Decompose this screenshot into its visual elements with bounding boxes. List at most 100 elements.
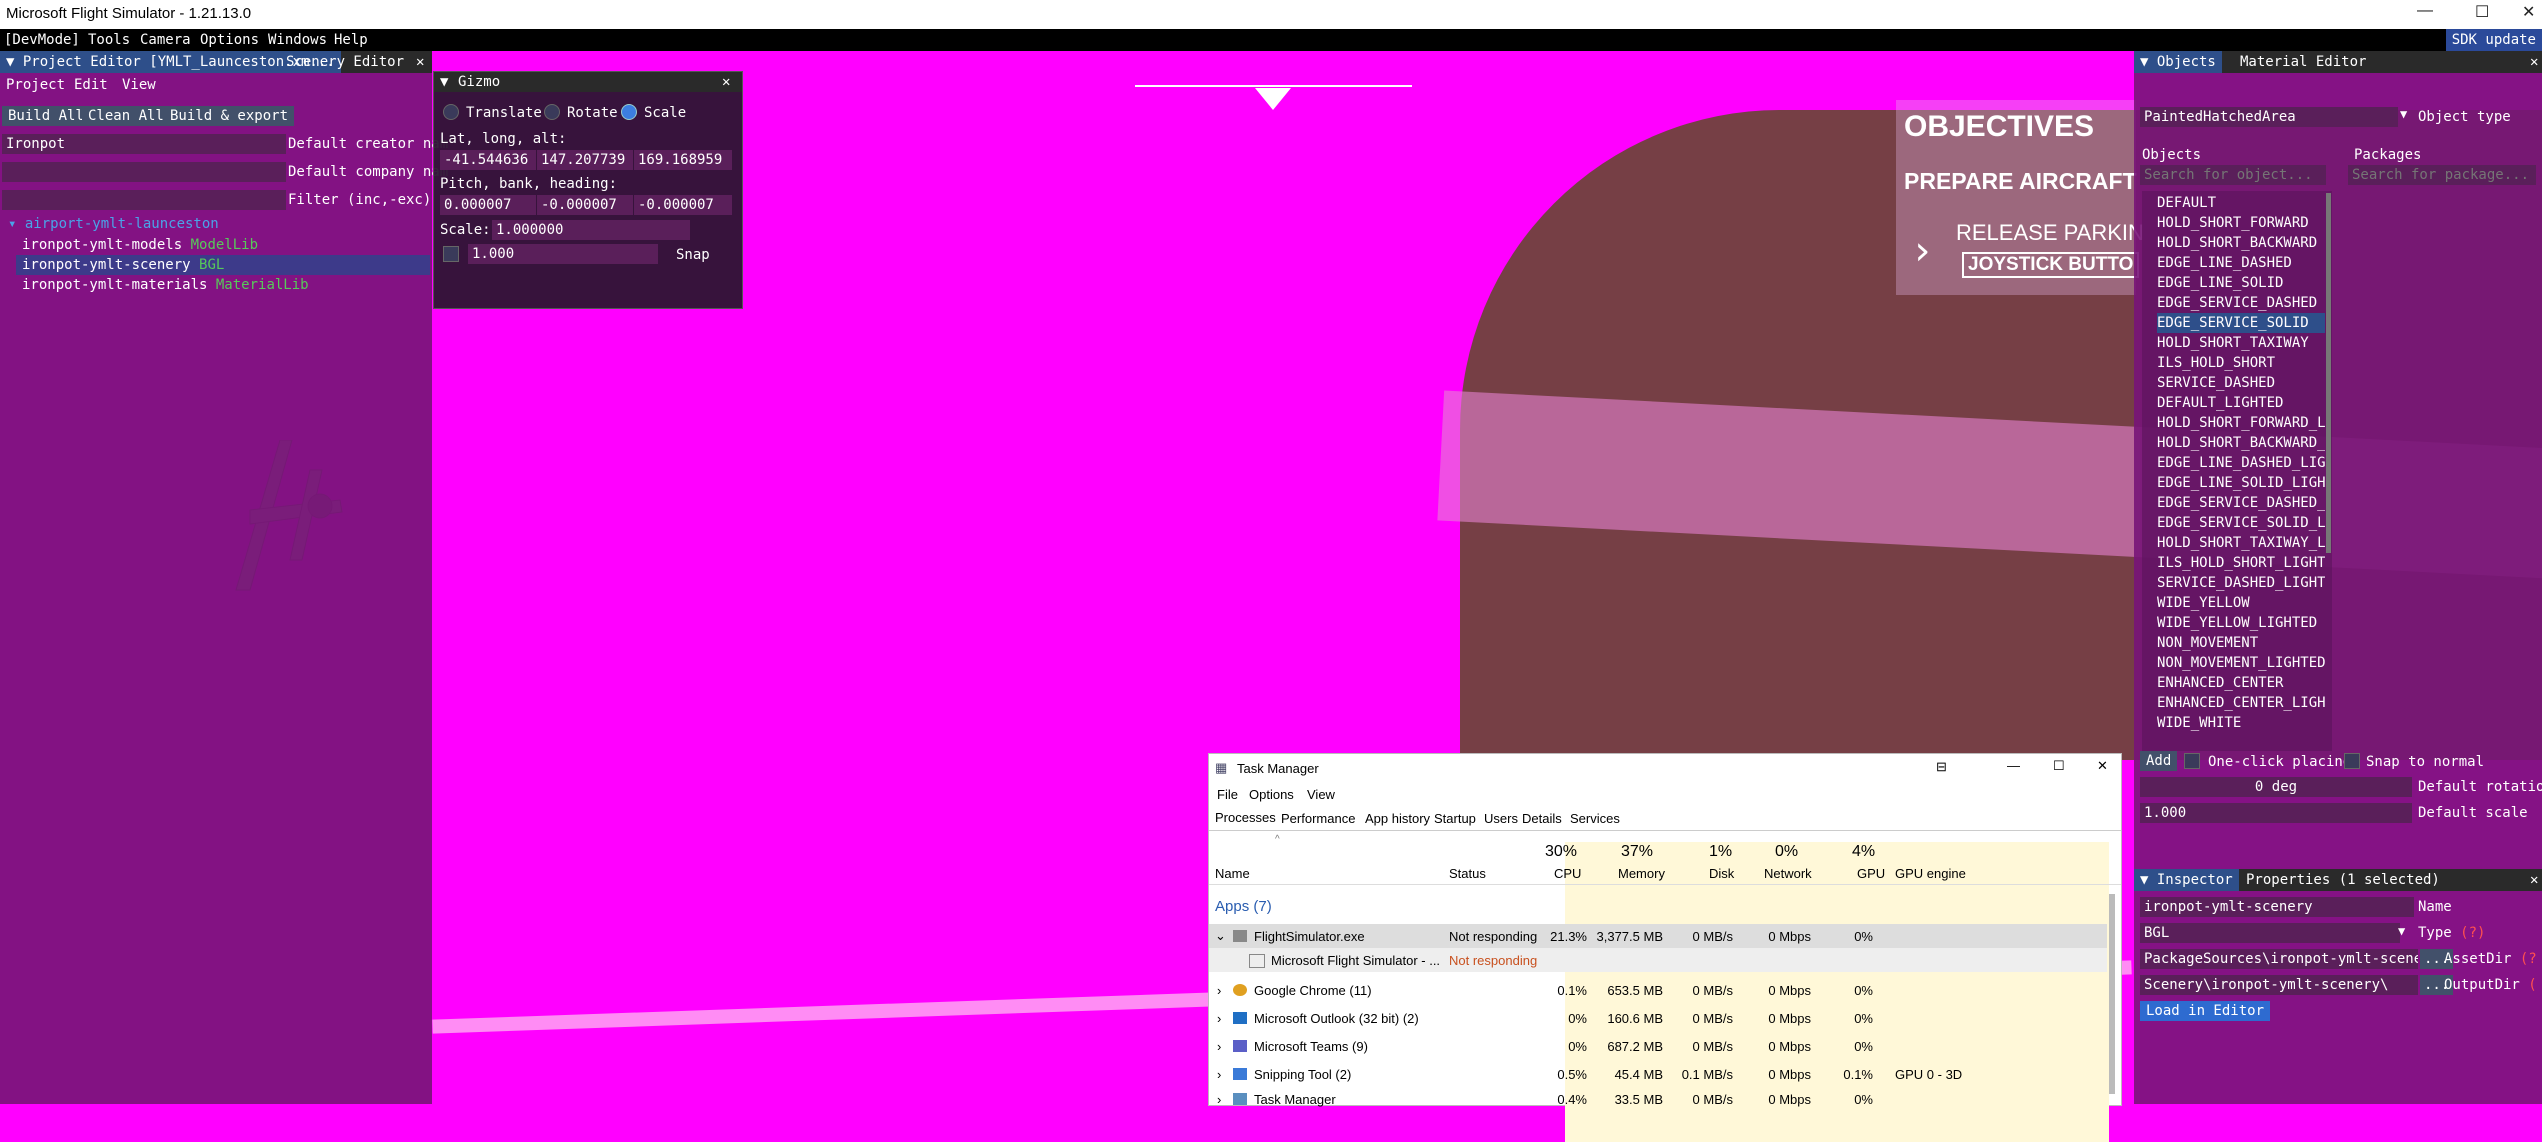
snap-field[interactable]: 1.000 <box>468 244 658 264</box>
object-type-select[interactable]: PaintedHatchedArea <box>2140 107 2398 127</box>
list-item[interactable]: ILS_HOLD_SHORT <box>2157 353 2325 373</box>
snap-checkbox[interactable] <box>443 246 459 262</box>
list-item[interactable]: HOLD_SHORT_FORWARD <box>2157 213 2325 233</box>
chevron-down-icon[interactable]: ▼ <box>2400 107 2407 121</box>
col-memory[interactable]: Memory <box>1618 866 1665 881</box>
list-item[interactable]: ENHANCED_CENTER <box>2157 673 2325 693</box>
tree-item-scenery[interactable]: ironpot-ymlt-scenery BGL <box>16 255 430 275</box>
heading-field[interactable]: -0.000007 <box>634 195 732 215</box>
chevron-right-icon[interactable]: › <box>1217 1092 1221 1107</box>
objects-scrollbar[interactable] <box>2326 193 2331 553</box>
chevron-right-icon[interactable]: › <box>1217 1011 1221 1026</box>
tm-maximize-button[interactable]: ☐ <box>2053 758 2065 774</box>
list-item[interactable]: EDGE_SERVICE_SOLID_LIGH <box>2157 513 2325 533</box>
close-icon[interactable]: ✕ <box>410 51 430 73</box>
tab-scenery-editor[interactable]: Scenery Editor <box>280 51 410 73</box>
minimize-button[interactable]: — <box>2417 2 2433 20</box>
col-status[interactable]: Status <box>1449 866 1486 881</box>
tab-performance[interactable]: Performance <box>1281 811 1355 826</box>
chevron-right-icon[interactable]: › <box>1217 1067 1221 1082</box>
longitude-field[interactable]: 147.207739 <box>537 150 633 170</box>
menu-tools[interactable]: Tools <box>88 32 130 48</box>
maximize-button[interactable]: ☐ <box>2475 2 2489 22</box>
tab-objects[interactable]: ▼ Objects <box>2134 51 2222 73</box>
list-item[interactable]: ILS_HOLD_SHORT_LIGHTED <box>2157 553 2325 573</box>
one-click-checkbox[interactable] <box>2184 753 2200 769</box>
sort-up-icon[interactable]: ^ <box>1275 834 1280 845</box>
list-item[interactable]: EDGE_SERVICE_DASHED_LIG <box>2157 493 2325 513</box>
build-all-button[interactable]: Build All <box>2 106 90 126</box>
search-objects-input[interactable] <box>2140 165 2326 185</box>
load-in-editor-button[interactable]: Load in Editor <box>2140 1001 2271 1021</box>
assetdir-field[interactable]: PackageSources\ironpot-ymlt-scenery\ <box>2140 949 2418 969</box>
chevron-right-icon[interactable]: › <box>1217 983 1221 998</box>
outputdir-field[interactable]: Scenery\ironpot-ymlt-scenery\ <box>2140 975 2418 995</box>
col-disk[interactable]: Disk <box>1709 866 1734 881</box>
list-item[interactable]: HOLD_SHORT_FORWARD_LIGH <box>2157 413 2325 433</box>
chevron-down-icon[interactable]: ▼ <box>2398 924 2405 938</box>
creator-field[interactable]: Ironpot <box>2 134 286 154</box>
compact-icon[interactable]: ⊟ <box>1936 759 1947 775</box>
search-packages-input[interactable] <box>2348 165 2536 185</box>
list-item[interactable]: EDGE_SERVICE_DASHED <box>2157 293 2325 313</box>
list-item[interactable]: EDGE_LINE_DASHED <box>2157 253 2325 273</box>
tab-processes[interactable]: Processes <box>1215 810 1276 825</box>
list-item[interactable]: NON_MOVEMENT_LIGHTED <box>2157 653 2325 673</box>
snap-normal-checkbox[interactable] <box>2344 753 2360 769</box>
menu-devmode[interactable]: [DevMode] <box>4 32 80 48</box>
list-item-selected[interactable]: EDGE_SERVICE_SOLID <box>2157 313 2325 333</box>
col-gpu-engine[interactable]: GPU engine <box>1895 866 1966 881</box>
close-icon[interactable]: ✕ <box>2524 869 2542 891</box>
gizmo-close-icon[interactable]: ✕ <box>722 74 730 90</box>
assetdir-help-icon[interactable]: (? <box>2520 951 2537 967</box>
tab-properties[interactable]: Properties (1 selected) <box>2240 869 2446 891</box>
list-item[interactable]: EDGE_LINE_DASHED_LIGHTE <box>2157 453 2325 473</box>
tab-details[interactable]: Details <box>1522 811 1562 826</box>
rotation-field[interactable]: 0 deg <box>2140 777 2412 797</box>
list-item[interactable]: HOLD_SHORT_TAXIWAY_LIGH <box>2157 533 2325 553</box>
list-item[interactable]: EDGE_LINE_SOLID_LIGHTED <box>2157 473 2325 493</box>
translate-radio[interactable] <box>443 104 459 120</box>
col-name[interactable]: Name <box>1215 866 1250 881</box>
tab-startup[interactable]: Startup <box>1434 811 1476 826</box>
tab-app-history[interactable]: App history <box>1365 811 1430 826</box>
col-cpu[interactable]: CPU <box>1554 866 1581 881</box>
default-scale-field[interactable]: 1.000 <box>2140 803 2412 823</box>
rotate-radio[interactable] <box>544 104 560 120</box>
type-help-icon[interactable]: (?) <box>2460 925 2485 941</box>
add-button[interactable]: Add <box>2140 751 2178 771</box>
clean-all-button[interactable]: Clean All <box>82 106 170 126</box>
menu-view[interactable]: View <box>122 77 156 93</box>
menu-help[interactable]: Help <box>334 32 368 48</box>
tm-menu-options[interactable]: Options <box>1249 787 1294 802</box>
tm-scrollbar[interactable] <box>2109 894 2115 1094</box>
list-item[interactable]: HOLD_SHORT_BACKWARD_LIG <box>2157 433 2325 453</box>
tm-menu-view[interactable]: View <box>1307 787 1335 802</box>
menu-project[interactable]: Project <box>6 77 65 93</box>
menu-options[interactable]: Options <box>200 32 259 48</box>
tab-material-editor[interactable]: Material Editor <box>2234 51 2372 73</box>
tree-root[interactable]: ▾ airport-ymlt-launceston <box>8 216 219 232</box>
col-gpu[interactable]: GPU <box>1857 866 1885 881</box>
tab-users[interactable]: Users <box>1484 811 1518 826</box>
name-field[interactable]: ironpot-ymlt-scenery <box>2140 897 2414 917</box>
tab-inspector[interactable]: ▼ Inspector <box>2134 869 2239 891</box>
bank-field[interactable]: -0.000007 <box>537 195 633 215</box>
list-item[interactable]: HOLD_SHORT_BACKWARD <box>2157 233 2325 253</box>
col-network[interactable]: Network <box>1764 866 1812 881</box>
build-export-button[interactable]: Build & export <box>164 106 295 126</box>
pitch-field[interactable]: 0.000007 <box>440 195 536 215</box>
list-item[interactable]: WIDE_WHITE <box>2157 713 2325 733</box>
tree-item-models[interactable]: ironpot-ymlt-models ModelLib <box>22 237 258 253</box>
menu-edit[interactable]: Edit <box>74 77 108 93</box>
altitude-field[interactable]: 169.168959 <box>634 150 732 170</box>
list-item[interactable]: ENHANCED_CENTER_LIGHTED <box>2157 693 2325 713</box>
list-item[interactable]: DEFAULT <box>2157 193 2325 213</box>
filter-field[interactable] <box>2 190 286 210</box>
tm-minimize-button[interactable]: — <box>2007 758 2020 773</box>
list-item[interactable]: WIDE_YELLOW <box>2157 593 2325 613</box>
list-item[interactable]: EDGE_LINE_SOLID <box>2157 273 2325 293</box>
chevron-down-icon[interactable]: ⌄ <box>1215 928 1226 944</box>
tm-close-button[interactable]: ✕ <box>2097 758 2108 774</box>
sdk-update-button[interactable]: SDK update <box>2445 29 2542 51</box>
